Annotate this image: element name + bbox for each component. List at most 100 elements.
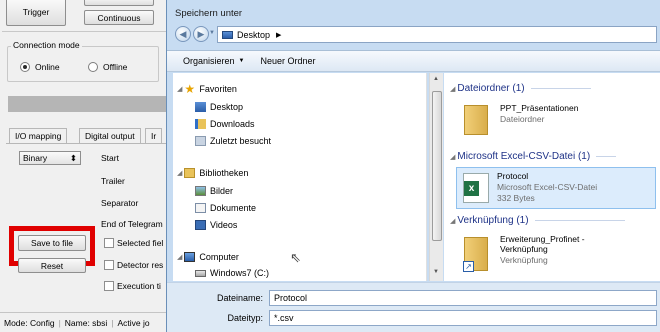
filetype-label: Dateityp: — [227, 313, 263, 323]
filetype-select[interactable]: *.csv — [269, 310, 657, 326]
expand-arrow-icon[interactable]: ◢ — [177, 253, 182, 261]
shortcut-arrow-icon: ↗ — [463, 261, 474, 272]
file-type: Verknüpfung — [500, 255, 548, 265]
filetype-value: *.csv — [274, 313, 294, 323]
expand-arrow-icon[interactable]: ◢ — [177, 85, 182, 93]
file-item-protocol[interactable]: x Protocol Microsoft Excel-CSV-Datei 332… — [456, 167, 656, 209]
dropdown-arrow-icon: ▼ — [238, 58, 245, 64]
dialog-toolbar: Organisieren ▼ Neuer Ordner — [167, 50, 660, 72]
organize-button[interactable]: Organisieren ▼ — [183, 56, 244, 66]
connection-mode-title: Connection mode — [11, 40, 82, 50]
nav-label: Dokumente — [210, 203, 257, 213]
back-arrow-icon: ◀ — [179, 28, 187, 39]
address-text: Desktop — [237, 29, 271, 40]
expand-arrow-icon[interactable]: ◢ — [177, 169, 182, 177]
nav-videos[interactable]: Videos — [195, 220, 237, 230]
save-as-dialog: Speichern unter ◀ ▶ ▼ Desktop ▶ Organisi… — [166, 0, 660, 332]
background-app: Trigger Continuous Connection mode Onlin… — [0, 0, 170, 332]
status-name: Name: sbsi — [64, 317, 108, 328]
nav-drive-c[interactable]: Windows7 (C:) — [195, 268, 269, 278]
row-trailer: Trailer — [101, 176, 125, 186]
nav-recent[interactable]: Zuletzt besucht — [195, 136, 271, 146]
connection-mode-group — [7, 46, 159, 82]
continuous-label: Continuous — [97, 12, 141, 23]
address-row: ◀ ▶ ▼ Desktop ▶ — [167, 22, 660, 46]
libraries-icon — [184, 168, 196, 178]
reset-label: Reset — [40, 260, 64, 271]
navigation-pane: ◢ ★ Favoriten Desktop Downloads Zuletzt … — [173, 73, 427, 281]
trigger-button[interactable]: Trigger — [6, 0, 66, 26]
continuous-button[interactable]: Continuous — [84, 10, 154, 25]
folder-icon — [464, 105, 488, 135]
nav-label: Windows7 (C:) — [210, 268, 270, 278]
nav-documents[interactable]: Dokumente — [195, 203, 256, 213]
history-dropdown-icon[interactable]: ▼ — [209, 30, 215, 36]
tab-io-mapping[interactable]: I/O mapping — [9, 128, 68, 143]
videos-icon — [195, 220, 206, 230]
nav-favorites[interactable]: ◢ ★ Favoriten — [177, 82, 237, 96]
file-item-shortcut[interactable]: ↗ Erweiterung_Profinet - Verknüpfung Ver… — [460, 231, 660, 277]
file-name-line1: Erweiterung_Profinet - — [500, 234, 585, 244]
offline-label: Offline — [103, 62, 128, 72]
nav-label: Zuletzt besucht — [210, 136, 272, 146]
shortcut-folder-icon: ↗ — [463, 237, 488, 272]
nav-downloads[interactable]: Downloads — [195, 119, 255, 129]
group-header-folders[interactable]: ◢ Dateiordner (1) — [450, 83, 591, 94]
dialog-bottom-panel: Dateiname: Protocol Dateityp: *.csv — [167, 282, 660, 332]
status-mode: Mode: Config — [4, 317, 55, 328]
scroll-down-icon[interactable]: ▼ — [433, 269, 439, 275]
address-bar[interactable]: Desktop ▶ — [217, 26, 657, 43]
file-item-ppt-folder[interactable]: PPT_Präsentationen Dateiordner — [460, 99, 660, 145]
excel-x-badge-icon: x — [464, 181, 479, 196]
tab-panel-border — [6, 143, 170, 144]
format-select[interactable]: Binary ⬍ — [19, 151, 81, 165]
tab-digital-output[interactable]: Digital output — [79, 128, 141, 143]
nav-scrollbar[interactable]: ▲ ▼ — [429, 73, 443, 281]
file-type: Dateiordner — [500, 114, 545, 124]
status-active: Active jo — [117, 317, 150, 328]
offline-radio[interactable] — [88, 62, 98, 72]
breadcrumb-arrow-icon[interactable]: ▶ — [276, 31, 281, 39]
collapse-arrow-icon[interactable]: ◢ — [450, 85, 455, 93]
format-value: Binary — [23, 153, 48, 163]
detector-results-checkbox[interactable] — [104, 260, 114, 270]
nav-desktop[interactable]: Desktop — [195, 102, 243, 112]
group-title: Microsoft Excel-CSV-Datei (1) — [457, 151, 591, 162]
top-button-partial[interactable] — [84, 0, 154, 6]
scroll-thumb[interactable] — [432, 91, 442, 241]
dialog-title: Speichern unter — [175, 8, 243, 19]
group-title: Dateiordner (1) — [457, 83, 525, 94]
forward-button[interactable]: ▶ — [193, 26, 209, 42]
nav-pictures[interactable]: Bilder — [195, 186, 233, 196]
row-start: Start — [101, 153, 119, 163]
scroll-up-icon[interactable]: ▲ — [433, 76, 439, 82]
new-folder-button[interactable]: Neuer Ordner — [260, 56, 315, 66]
tab-partial[interactable]: Ir — [145, 128, 163, 143]
group-header-shortcuts[interactable]: ◢ Verknüpfung (1) — [450, 215, 625, 226]
selected-fields-checkbox[interactable] — [104, 238, 114, 248]
execution-time-checkbox[interactable] — [104, 281, 114, 291]
group-header-csv[interactable]: ◢ Microsoft Excel-CSV-Datei (1) — [450, 151, 617, 162]
collapse-arrow-icon[interactable]: ◢ — [450, 153, 455, 161]
nav-label: Bilder — [210, 186, 234, 196]
nav-libraries[interactable]: ◢ Bibliotheken — [177, 168, 248, 178]
online-radio[interactable] — [20, 62, 30, 72]
nav-label: Desktop — [210, 102, 244, 112]
downloads-folder-icon — [195, 119, 206, 129]
recent-places-icon — [195, 136, 206, 146]
file-list: ◢ Dateiordner (1) PPT_Präsentationen Dat… — [444, 73, 660, 281]
row-separator: Separator — [101, 198, 139, 208]
tab-label: I/O mapping — [15, 131, 62, 141]
group-divider — [530, 88, 591, 89]
nav-computer[interactable]: ◢ Computer — [177, 252, 239, 262]
nav-label: Favoriten — [199, 84, 237, 94]
collapse-arrow-icon[interactable]: ◢ — [450, 217, 455, 225]
pictures-icon — [195, 186, 206, 196]
reset-button[interactable]: Reset — [18, 258, 86, 273]
filename-label: Dateiname: — [216, 293, 263, 303]
star-icon: ★ — [184, 82, 196, 96]
filename-input[interactable]: Protocol — [269, 290, 657, 306]
back-button[interactable]: ◀ — [175, 26, 191, 42]
file-name-line2: Verknüpfung — [500, 244, 548, 254]
trigger-label: Trigger — [22, 7, 50, 17]
